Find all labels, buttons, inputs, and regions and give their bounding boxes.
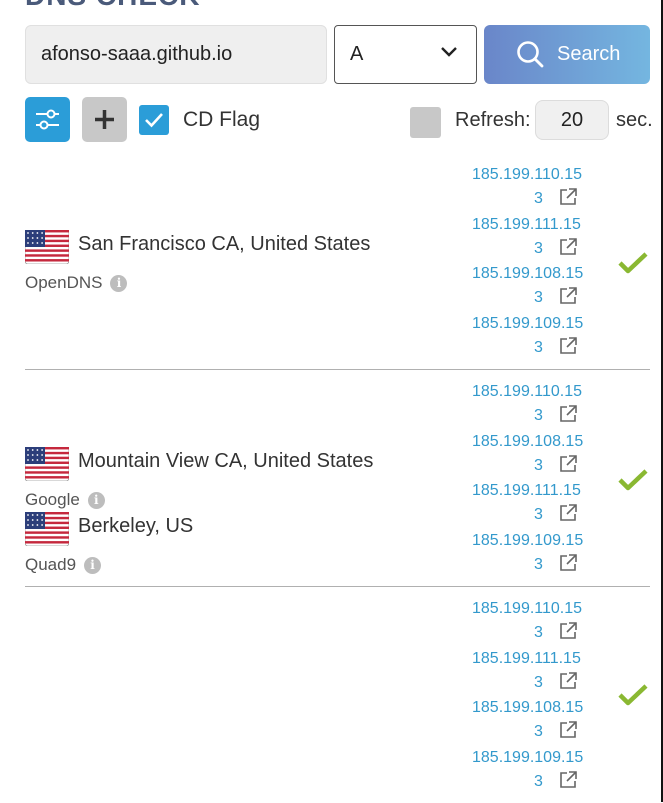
ip-address-link-wrap[interactable]: 3 (534, 556, 543, 574)
external-link-icon[interactable] (558, 770, 578, 790)
filter-settings-button[interactable] (25, 97, 70, 142)
ip-address-link[interactable]: 185.199.109.15 (472, 315, 583, 333)
add-server-button[interactable] (82, 97, 127, 142)
ip-address-link-wrap[interactable]: 3 (534, 506, 543, 524)
ip-address-link-wrap[interactable]: 3 (534, 457, 543, 475)
result-row: San Francisco CA, United States OpenDNS i 1… (25, 152, 650, 370)
ip-address-link[interactable]: 185.199.109.15 (472, 532, 583, 550)
plus-icon (95, 110, 114, 129)
ip-address-link[interactable]: 185.199.109.15 (472, 749, 583, 767)
ip-address-entry: 185.199.111.15 3 (472, 216, 587, 264)
ip-address-link-wrap[interactable]: 3 (534, 624, 543, 642)
status-ok-icon (618, 684, 648, 706)
ip-address-link[interactable]: 185.199.111.15 (472, 216, 581, 234)
us-flag-icon (25, 447, 69, 481)
ip-address-link-wrap[interactable]: 3 (534, 773, 543, 791)
status-ok-icon (618, 252, 648, 274)
us-flag-icon (25, 230, 69, 264)
checkmark-icon (145, 113, 163, 128)
external-link-icon[interactable] (558, 454, 578, 474)
record-type-select[interactable]: A (334, 25, 477, 84)
ip-address-entry: 185.199.110.15 3 (472, 600, 587, 648)
ip-address-link-wrap[interactable]: 3 (534, 289, 543, 307)
ip-address-entry: 185.199.111.15 3 (472, 482, 587, 530)
ip-address-link-wrap[interactable]: 3 (534, 723, 543, 741)
provider-name: Google i (25, 490, 105, 510)
provider-name: OpenDNS i (25, 273, 128, 293)
location-name: San Francisco CA, United States (78, 233, 371, 255)
refresh-interval-input[interactable]: 20 (535, 100, 609, 140)
location-name: Mountain View CA, United States (78, 450, 374, 472)
provider-label: Google (25, 490, 80, 509)
external-link-icon[interactable] (558, 553, 578, 573)
provider-label: OpenDNS (25, 273, 103, 292)
ip-address-link-wrap[interactable]: 3 (534, 240, 543, 258)
external-link-icon[interactable] (558, 621, 578, 641)
sliders-icon (36, 109, 59, 130)
result-row: Berkeley, US Quad9 i 185.199.110.15 3 185.199… (25, 512, 650, 803)
ip-address-link-wrap[interactable]: 3 (534, 407, 543, 425)
location-name: Berkeley, US (78, 515, 194, 537)
cd-flag-label: CD Flag (183, 108, 261, 131)
info-icon[interactable]: i (110, 275, 128, 292)
ip-address-entry: 185.199.111.15 3 (472, 650, 587, 698)
external-link-icon[interactable] (558, 237, 578, 257)
ip-address-entry: 185.199.110.15 3 (472, 166, 587, 214)
chevron-down-icon (441, 47, 457, 57)
search-icon (517, 41, 544, 68)
external-link-icon[interactable] (558, 671, 578, 691)
us-flag-icon (25, 512, 69, 546)
ip-address-entry: 185.199.109.15 3 (472, 315, 587, 363)
ip-address-link[interactable]: 185.199.110.15 (472, 383, 582, 401)
domain-input[interactable]: afonso-saaa.github.io (25, 25, 327, 84)
record-type-value: A (350, 43, 364, 65)
page-title: DNS CHECK (25, 0, 200, 12)
status-ok-icon (618, 469, 648, 491)
ip-address-link[interactable]: 185.199.108.15 (472, 265, 583, 283)
ip-address-entry: 185.199.109.15 3 (472, 532, 587, 580)
ip-address-link[interactable]: 185.199.108.15 (472, 699, 583, 717)
cd-flag-checkbox[interactable] (139, 105, 169, 135)
ip-address-entry: 185.199.108.15 3 (472, 433, 587, 481)
ip-address-entry: 185.199.110.15 3 (472, 383, 587, 431)
ip-address-link[interactable]: 185.199.110.15 (472, 600, 582, 618)
external-link-icon[interactable] (558, 336, 578, 356)
ip-address-entry: 185.199.109.15 3 (472, 749, 587, 797)
external-link-icon[interactable] (558, 404, 578, 424)
ip-address-entry: 185.199.108.15 3 (472, 265, 587, 313)
ip-address-link-wrap[interactable]: 3 (534, 339, 543, 357)
ip-address-link[interactable]: 185.199.108.15 (472, 433, 583, 451)
external-link-icon[interactable] (558, 720, 578, 740)
ip-address-link-wrap[interactable]: 3 (534, 190, 543, 208)
provider-label: Quad9 (25, 555, 77, 574)
search-button-label: Search (557, 43, 621, 65)
refresh-unit-label: sec. (616, 109, 653, 131)
provider-name: Quad9 i (25, 555, 102, 575)
info-icon[interactable]: i (87, 492, 105, 509)
ip-address-link[interactable]: 185.199.111.15 (472, 650, 581, 668)
ip-address-entry: 185.199.108.15 3 (472, 699, 587, 747)
ip-address-link-wrap[interactable]: 3 (534, 674, 543, 692)
result-row: Mountain View CA, United States Google i 18… (25, 369, 650, 587)
ip-address-link[interactable]: 185.199.110.15 (472, 166, 582, 184)
search-button[interactable]: Search (484, 25, 650, 84)
refresh-label: Refresh: (455, 109, 531, 131)
ip-address-link[interactable]: 185.199.111.15 (472, 482, 581, 500)
external-link-icon[interactable] (558, 286, 578, 306)
info-icon[interactable]: i (84, 557, 102, 574)
external-link-icon[interactable] (558, 503, 578, 523)
external-link-icon[interactable] (558, 187, 578, 207)
refresh-checkbox[interactable] (410, 107, 441, 138)
